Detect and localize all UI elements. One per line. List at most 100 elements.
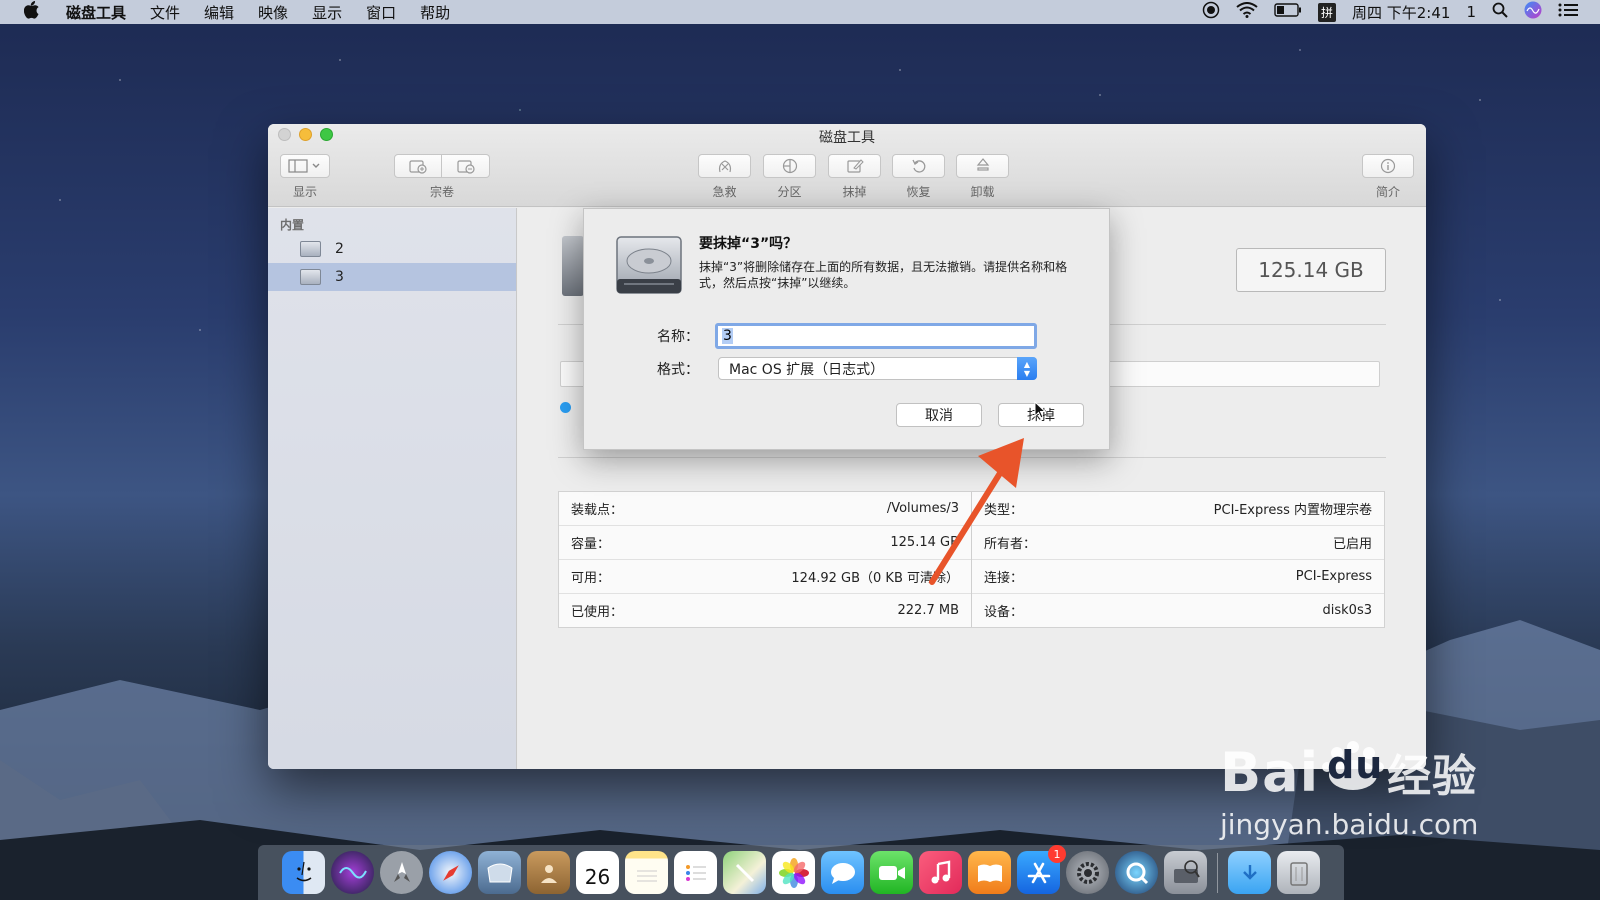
quicktime-icon[interactable]	[1115, 851, 1158, 894]
notification-count[interactable]: 1	[1466, 3, 1476, 21]
volume-icon	[300, 241, 321, 257]
info-key: 设备：	[984, 605, 1024, 620]
menu-help[interactable]: 帮助	[420, 2, 450, 23]
info-value: 已启用	[1332, 537, 1372, 552]
toolbar-unmount-group: 卸载	[956, 154, 1009, 200]
unmount-label: 卸载	[970, 185, 995, 199]
menu-edit[interactable]: 编辑	[204, 2, 234, 23]
messages-icon[interactable]	[821, 851, 864, 894]
hard-disk-icon	[616, 236, 682, 294]
music-icon[interactable]	[919, 851, 962, 894]
volume-large-icon	[562, 236, 584, 296]
safari-icon[interactable]	[429, 851, 472, 894]
info-row-used: 已使用： 222.7 MB	[559, 594, 971, 627]
select-arrows-icon: ▲ ▼	[1017, 357, 1037, 380]
delete-volume-button[interactable]	[442, 154, 490, 178]
facetime-icon[interactable]	[870, 851, 913, 894]
volume-label: 宗卷	[429, 185, 454, 199]
menu-window[interactable]: 窗口	[366, 2, 396, 23]
toolbar-info-group: 简介	[1362, 154, 1414, 200]
info-column-left: 装载点：/Volumes/3 容量： 125.14 GB 可用： 124.92 GB…	[559, 492, 972, 627]
input-method-icon[interactable]: 拼	[1317, 2, 1336, 22]
info-row-mount-point: 装载点：/Volumes/3	[559, 492, 971, 526]
usage-legend-dot	[560, 402, 571, 413]
apple-menu-icon[interactable]	[23, 1, 46, 23]
info-button[interactable]	[1362, 154, 1414, 178]
view-label: 显示	[292, 185, 317, 199]
photos-icon[interactable]	[772, 851, 815, 894]
menu-app-name[interactable]: 磁盘工具	[66, 2, 126, 23]
toolbar-erase-group: 抹掉	[828, 154, 881, 200]
partition-button[interactable]	[763, 154, 816, 178]
dock-separator	[1217, 852, 1218, 893]
app-store-badge: 1	[1048, 845, 1066, 863]
disk-utility-dock-icon[interactable]	[1164, 851, 1207, 894]
siri-dock-icon[interactable]	[331, 851, 374, 894]
mouse-cursor-icon	[1034, 401, 1046, 419]
notification-center-icon[interactable]	[1558, 2, 1578, 22]
downloads-folder-icon[interactable]	[1228, 851, 1271, 894]
info-key: 可用：	[571, 571, 611, 586]
sidebar-item-volume-2[interactable]: 2	[268, 235, 516, 263]
app-store-icon[interactable]: 1	[1017, 845, 1066, 894]
mail-icon[interactable]	[478, 851, 521, 894]
toolbar-firstaid-group: 急救	[698, 154, 751, 200]
info-row-capacity: 容量： 125.14 GB	[559, 526, 971, 560]
maps-icon[interactable]	[723, 851, 766, 894]
sidebar-item-label: 3	[335, 269, 344, 285]
info-row-device: 设备： disk0s3	[972, 594, 1384, 627]
finder-icon[interactable]	[282, 851, 325, 894]
siri-icon[interactable]	[1524, 1, 1542, 23]
menu-view[interactable]: 显示	[312, 2, 342, 23]
sidebar-section-internal: 内置	[280, 218, 305, 232]
dialog-title: 要抹掉“3”吗？	[699, 236, 798, 252]
dialog-description: 抹掉“3”将删除储存在上面的所有数据，且无法撤销。请提供名称和格式，然后点按“抹…	[699, 260, 1068, 290]
clock[interactable]: 周四 下午2:41	[1352, 2, 1450, 23]
window-titlebar: 磁盘工具 显示 宗卷 急救 分区 抹掉 恢复 卸载 简介	[268, 124, 1426, 207]
wifi-icon[interactable]	[1236, 2, 1258, 22]
restore-button[interactable]	[892, 154, 945, 178]
sidebar-item-volume-3[interactable]: 3	[268, 263, 516, 291]
watermark-logo: Bai du 经验	[1220, 740, 1520, 804]
watermark-cn-text: 经验	[1387, 751, 1478, 802]
toolbar-partition-group: 分区	[763, 154, 816, 200]
name-field-label: 名称：	[657, 329, 699, 345]
first-aid-button[interactable]	[698, 154, 751, 178]
unmount-button[interactable]	[956, 154, 1009, 178]
toolbar-volume-group: 宗卷	[394, 154, 490, 200]
watermark-paw-icon: du	[1319, 741, 1387, 797]
sidebar: 内置 2 3	[268, 208, 517, 769]
name-input-value: 3	[722, 328, 733, 344]
erase-toolbar-label: 抹掉	[842, 185, 867, 199]
erase-toolbar-button[interactable]	[828, 154, 881, 178]
annotation-arrow-icon	[929, 438, 1024, 585]
info-value: 222.7 MB	[897, 603, 959, 618]
books-icon[interactable]	[968, 851, 1011, 894]
reminders-icon[interactable]	[674, 851, 717, 894]
partition-label: 分区	[777, 185, 802, 199]
name-input[interactable]: 3	[715, 323, 1037, 349]
calendar-icon[interactable]: 26	[576, 851, 619, 894]
battery-icon[interactable]	[1274, 3, 1302, 21]
launchpad-icon[interactable]	[380, 851, 423, 894]
info-value: PCI-Express	[1295, 569, 1372, 584]
system-preferences-icon[interactable]	[1066, 851, 1109, 894]
format-select[interactable]: Mac OS 扩展（日志式） ▲ ▼	[718, 357, 1037, 380]
add-volume-button[interactable]	[394, 154, 442, 178]
contacts-icon[interactable]	[527, 851, 570, 894]
notes-icon[interactable]	[625, 851, 668, 894]
erase-dialog: 要抹掉“3”吗？ 抹掉“3”将删除储存在上面的所有数据，且无法撤销。请提供名称和…	[583, 208, 1110, 450]
format-select-value: Mac OS 扩展（日志式）	[729, 361, 885, 378]
cancel-button[interactable]: 取消	[896, 403, 982, 427]
trash-icon[interactable]	[1277, 851, 1320, 894]
window-title: 磁盘工具	[819, 130, 875, 146]
spotlight-search-icon[interactable]	[1492, 2, 1508, 22]
view-toggle-button[interactable]	[280, 154, 330, 178]
menu-file[interactable]: 文件	[150, 2, 180, 23]
screen-record-icon[interactable]	[1202, 1, 1220, 23]
sidebar-item-label: 2	[335, 241, 344, 257]
toolbar-restore-group: 恢复	[892, 154, 945, 200]
menu-image[interactable]: 映像	[258, 2, 288, 23]
watermark-paw-text: du	[1327, 743, 1384, 787]
capacity-display: 125.14 GB	[1236, 248, 1386, 292]
